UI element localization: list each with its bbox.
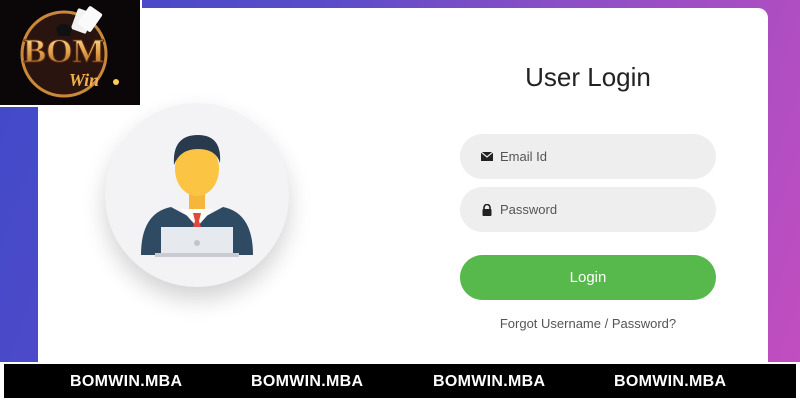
brand-logo: BOM Win — [0, 0, 142, 107]
bomwin-logo-icon: BOM Win — [20, 6, 119, 98]
banner-domain-text: BOMWIN.MBA — [614, 373, 727, 390]
svg-text:BOM: BOM — [23, 33, 104, 70]
user-avatar-icon — [141, 135, 253, 257]
password-field[interactable] — [460, 187, 716, 232]
footer-banner: BOMWIN.MBA BOMWIN.MBA BOMWIN.MBA BOMWIN.… — [0, 362, 800, 400]
login-button[interactable]: Login — [460, 255, 716, 300]
banner-domain-text: BOMWIN.MBA — [433, 373, 546, 390]
svg-text:Win: Win — [69, 70, 99, 90]
forgot-credentials-link[interactable]: Forgot Username / Password? — [460, 316, 716, 331]
banner-domain-text: BOMWIN.MBA — [251, 373, 364, 390]
page-title: User Login — [525, 62, 651, 92]
banner-domain-text: BOMWIN.MBA — [70, 373, 183, 390]
footer-banner-bar: BOMWIN.MBA BOMWIN.MBA BOMWIN.MBA BOMWIN.… — [4, 364, 796, 398]
email-input[interactable] — [500, 149, 700, 164]
user-avatar — [105, 103, 289, 287]
email-field[interactable] — [460, 134, 716, 179]
password-input[interactable] — [500, 202, 700, 217]
envelope-icon — [480, 150, 494, 164]
lock-icon — [480, 203, 494, 217]
